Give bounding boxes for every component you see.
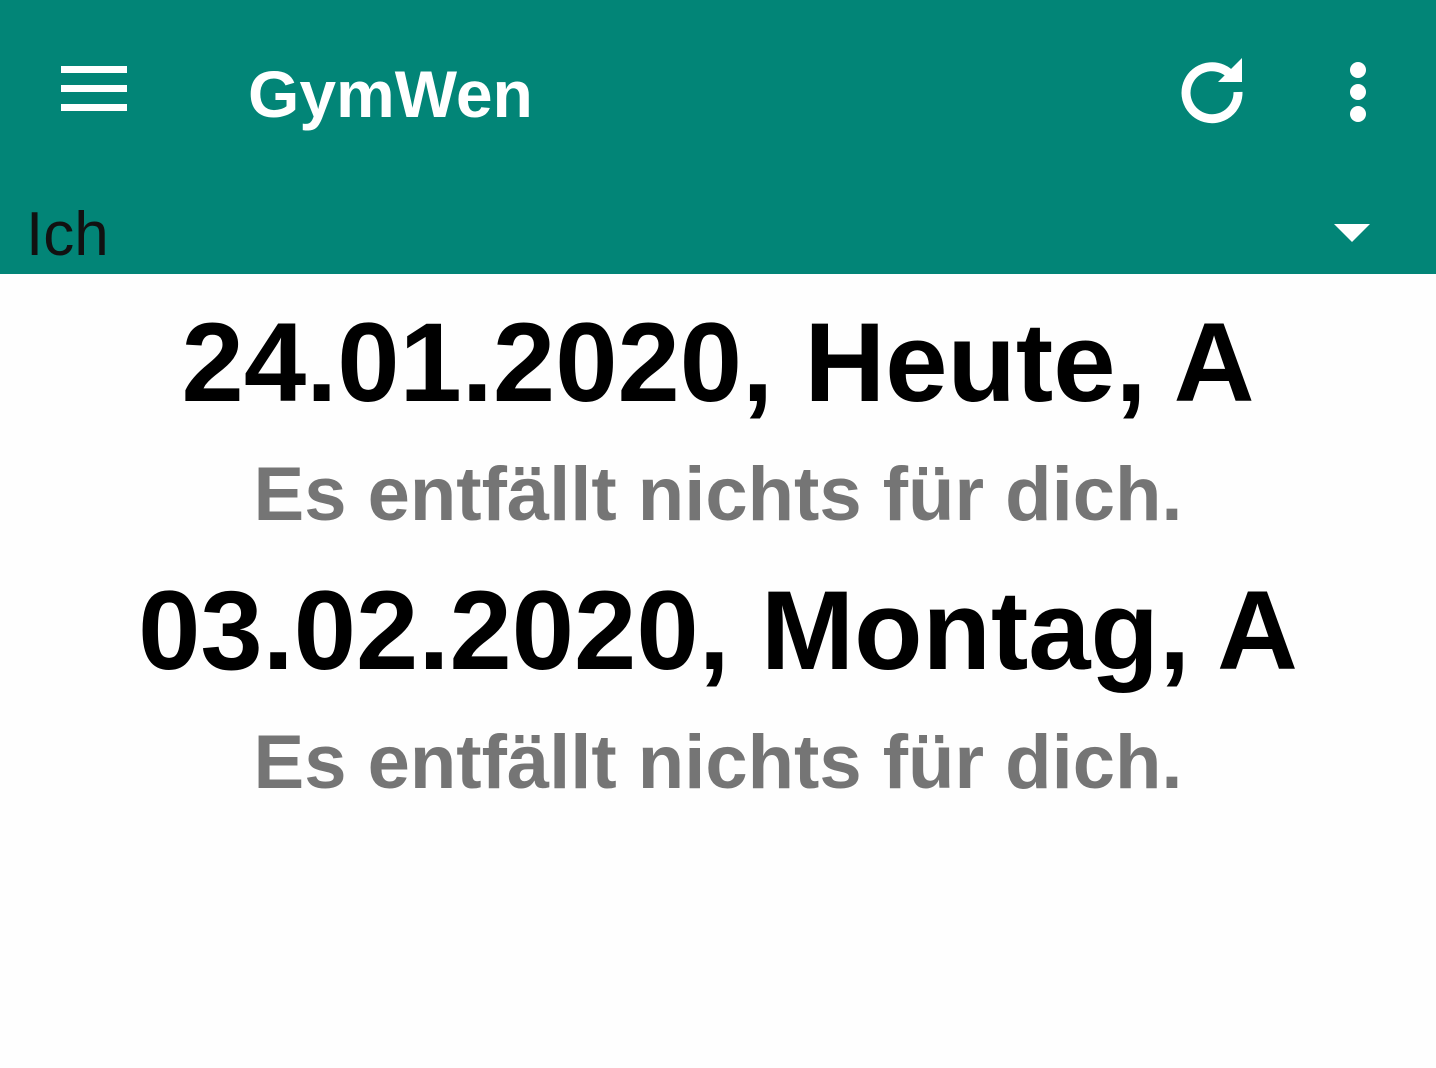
app-title: GymWen bbox=[248, 57, 533, 131]
refresh-icon bbox=[1181, 58, 1243, 124]
dropdown-arrow-icon bbox=[1334, 224, 1370, 242]
refresh-button[interactable] bbox=[1166, 46, 1258, 138]
person-selector-value: Ich bbox=[26, 200, 109, 269]
day-message: Es entfällt nichts für dich. bbox=[253, 452, 1183, 537]
day-message: Es entfällt nichts für dich. bbox=[253, 720, 1183, 805]
menu-button[interactable] bbox=[44, 44, 144, 134]
app-bar: GymWen Ich bbox=[0, 0, 1436, 274]
substitution-list: 24.01.2020, Heute, A Es entfällt nichts … bbox=[0, 274, 1436, 1068]
person-selector[interactable]: Ich bbox=[0, 190, 1436, 274]
day-heading: 24.01.2020, Heute, A bbox=[181, 300, 1255, 425]
more-options-button[interactable] bbox=[1316, 46, 1400, 138]
day-heading: 03.02.2020, Montag, A bbox=[138, 568, 1298, 693]
